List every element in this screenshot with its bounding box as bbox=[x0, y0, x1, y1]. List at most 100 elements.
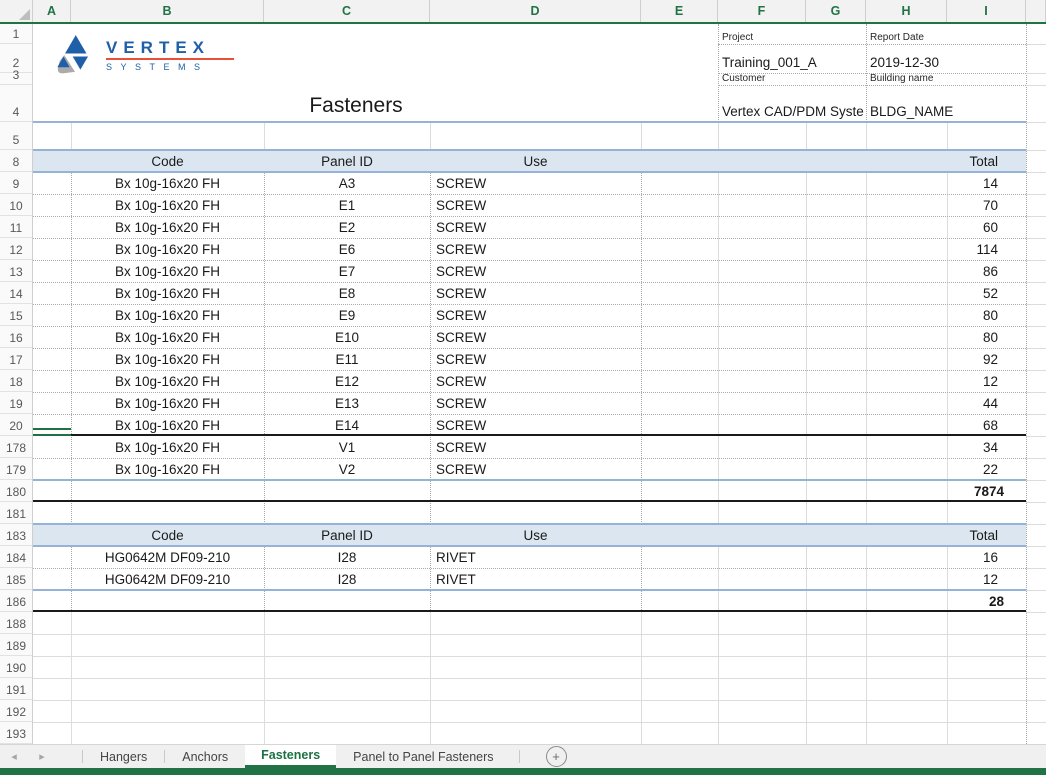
cell-I11[interactable]: 60 bbox=[947, 216, 1026, 238]
cell-B183[interactable]: Code bbox=[71, 524, 264, 546]
cell-I186[interactable]: 28 bbox=[947, 590, 1026, 612]
report-date-value[interactable]: 2019-12-30 bbox=[870, 44, 939, 73]
new-sheet-button[interactable]: + bbox=[546, 746, 567, 767]
column-header-I[interactable]: I bbox=[947, 0, 1026, 22]
cell-I20[interactable]: 68 bbox=[947, 414, 1026, 436]
cell-D12[interactable]: SCREW bbox=[430, 238, 641, 260]
cell-C8[interactable]: Panel ID bbox=[264, 150, 430, 172]
cell-D183[interactable]: Use bbox=[430, 524, 641, 546]
cell-C10[interactable]: E1 bbox=[264, 194, 430, 216]
row-header-186[interactable]: 186 bbox=[0, 590, 32, 612]
row-header-9[interactable]: 9 bbox=[0, 172, 32, 194]
row-header-17[interactable]: 17 bbox=[0, 348, 32, 370]
tab-scroll-left-icon[interactable]: ◂ bbox=[0, 745, 28, 768]
cell-D20[interactable]: SCREW bbox=[430, 414, 641, 436]
cell-B18[interactable]: Bx 10g-16x20 FH bbox=[71, 370, 264, 392]
cell-D10[interactable]: SCREW bbox=[430, 194, 641, 216]
row-header-14[interactable]: 14 bbox=[0, 282, 32, 304]
row-header-191[interactable]: 191 bbox=[0, 678, 32, 700]
cell-D18[interactable]: SCREW bbox=[430, 370, 641, 392]
cell-B8[interactable]: Code bbox=[71, 150, 264, 172]
sheet-tab-anchors[interactable]: Anchors bbox=[165, 745, 245, 768]
cell-I185[interactable]: 12 bbox=[947, 568, 1026, 590]
row-header-13[interactable]: 13 bbox=[0, 260, 32, 282]
row-header-4[interactable]: 4 bbox=[0, 85, 32, 122]
row-header-11[interactable]: 11 bbox=[0, 216, 32, 238]
cell-I16[interactable]: 80 bbox=[947, 326, 1026, 348]
cell-D185[interactable]: RIVET bbox=[430, 568, 641, 590]
cell-I14[interactable]: 52 bbox=[947, 282, 1026, 304]
row-header-18[interactable]: 18 bbox=[0, 370, 32, 392]
cell-C19[interactable]: E13 bbox=[264, 392, 430, 414]
cell-C9[interactable]: A3 bbox=[264, 172, 430, 194]
cell-I8[interactable]: Total bbox=[947, 150, 1026, 172]
column-header-E[interactable]: E bbox=[641, 0, 718, 22]
row-header-183[interactable]: 183 bbox=[0, 524, 32, 546]
column-header-F[interactable]: F bbox=[718, 0, 806, 22]
row-header-3[interactable]: 3 bbox=[0, 73, 32, 85]
cell-B12[interactable]: Bx 10g-16x20 FH bbox=[71, 238, 264, 260]
cell-D8[interactable]: Use bbox=[430, 150, 641, 172]
cell-C20[interactable]: E14 bbox=[264, 414, 430, 436]
cell-C16[interactable]: E10 bbox=[264, 326, 430, 348]
row-header-178[interactable]: 178 bbox=[0, 436, 32, 458]
row-header-8[interactable]: 8 bbox=[0, 150, 32, 172]
row-header-16[interactable]: 16 bbox=[0, 326, 32, 348]
cell-C13[interactable]: E7 bbox=[264, 260, 430, 282]
cell-D15[interactable]: SCREW bbox=[430, 304, 641, 326]
cell-I12[interactable]: 114 bbox=[947, 238, 1026, 260]
cell-B9[interactable]: Bx 10g-16x20 FH bbox=[71, 172, 264, 194]
cell-D13[interactable]: SCREW bbox=[430, 260, 641, 282]
cell-I10[interactable]: 70 bbox=[947, 194, 1026, 216]
tab-scroll-right-icon[interactable]: ▸ bbox=[28, 745, 56, 768]
cell-C18[interactable]: E12 bbox=[264, 370, 430, 392]
cell-C15[interactable]: E9 bbox=[264, 304, 430, 326]
sheet-tab-hangers[interactable]: Hangers bbox=[83, 745, 164, 768]
cell-D11[interactable]: SCREW bbox=[430, 216, 641, 238]
cell-I179[interactable]: 22 bbox=[947, 458, 1026, 480]
row-header-180[interactable]: 180 bbox=[0, 480, 32, 502]
cell-D14[interactable]: SCREW bbox=[430, 282, 641, 304]
row-header-179[interactable]: 179 bbox=[0, 458, 32, 480]
cell-C178[interactable]: V1 bbox=[264, 436, 430, 458]
row-header-193[interactable]: 193 bbox=[0, 722, 32, 744]
cell-I13[interactable]: 86 bbox=[947, 260, 1026, 282]
building-name-value[interactable]: BLDG_NAME bbox=[870, 85, 953, 122]
cell-C183[interactable]: Panel ID bbox=[264, 524, 430, 546]
cell-B13[interactable]: Bx 10g-16x20 FH bbox=[71, 260, 264, 282]
column-header-G[interactable]: G bbox=[806, 0, 866, 22]
row-header-190[interactable]: 190 bbox=[0, 656, 32, 678]
cell-B15[interactable]: Bx 10g-16x20 FH bbox=[71, 304, 264, 326]
cell-D19[interactable]: SCREW bbox=[430, 392, 641, 414]
column-header-D[interactable]: D bbox=[430, 0, 641, 22]
column-header-H[interactable]: H bbox=[866, 0, 947, 22]
row-header-5[interactable]: 5 bbox=[0, 122, 32, 150]
row-header-192[interactable]: 192 bbox=[0, 700, 32, 722]
cell-B16[interactable]: Bx 10g-16x20 FH bbox=[71, 326, 264, 348]
column-header-C[interactable]: C bbox=[264, 0, 430, 22]
cell-I178[interactable]: 34 bbox=[947, 436, 1026, 458]
cell-B19[interactable]: Bx 10g-16x20 FH bbox=[71, 392, 264, 414]
cell-I18[interactable]: 12 bbox=[947, 370, 1026, 392]
column-header-B[interactable]: B bbox=[71, 0, 264, 22]
cell-B184[interactable]: HG0642M DF09-210 bbox=[71, 546, 264, 568]
cell-D17[interactable]: SCREW bbox=[430, 348, 641, 370]
row-header-184[interactable]: 184 bbox=[0, 546, 32, 568]
cell-D16[interactable]: SCREW bbox=[430, 326, 641, 348]
cell-D184[interactable]: RIVET bbox=[430, 546, 641, 568]
cell-B14[interactable]: Bx 10g-16x20 FH bbox=[71, 282, 264, 304]
row-header-20[interactable]: 20 bbox=[0, 414, 32, 436]
cell-C184[interactable]: I28 bbox=[264, 546, 430, 568]
cell-D9[interactable]: SCREW bbox=[430, 172, 641, 194]
row-header-188[interactable]: 188 bbox=[0, 612, 32, 634]
cell-D179[interactable]: SCREW bbox=[430, 458, 641, 480]
cell-I17[interactable]: 92 bbox=[947, 348, 1026, 370]
cell-C179[interactable]: V2 bbox=[264, 458, 430, 480]
cell-C11[interactable]: E2 bbox=[264, 216, 430, 238]
cell-D178[interactable]: SCREW bbox=[430, 436, 641, 458]
customer-value[interactable]: Vertex CAD/PDM Syste bbox=[722, 85, 866, 122]
cell-I180[interactable]: 7874 bbox=[947, 480, 1026, 502]
cell-B17[interactable]: Bx 10g-16x20 FH bbox=[71, 348, 264, 370]
row-header-10[interactable]: 10 bbox=[0, 194, 32, 216]
cell-I184[interactable]: 16 bbox=[947, 546, 1026, 568]
